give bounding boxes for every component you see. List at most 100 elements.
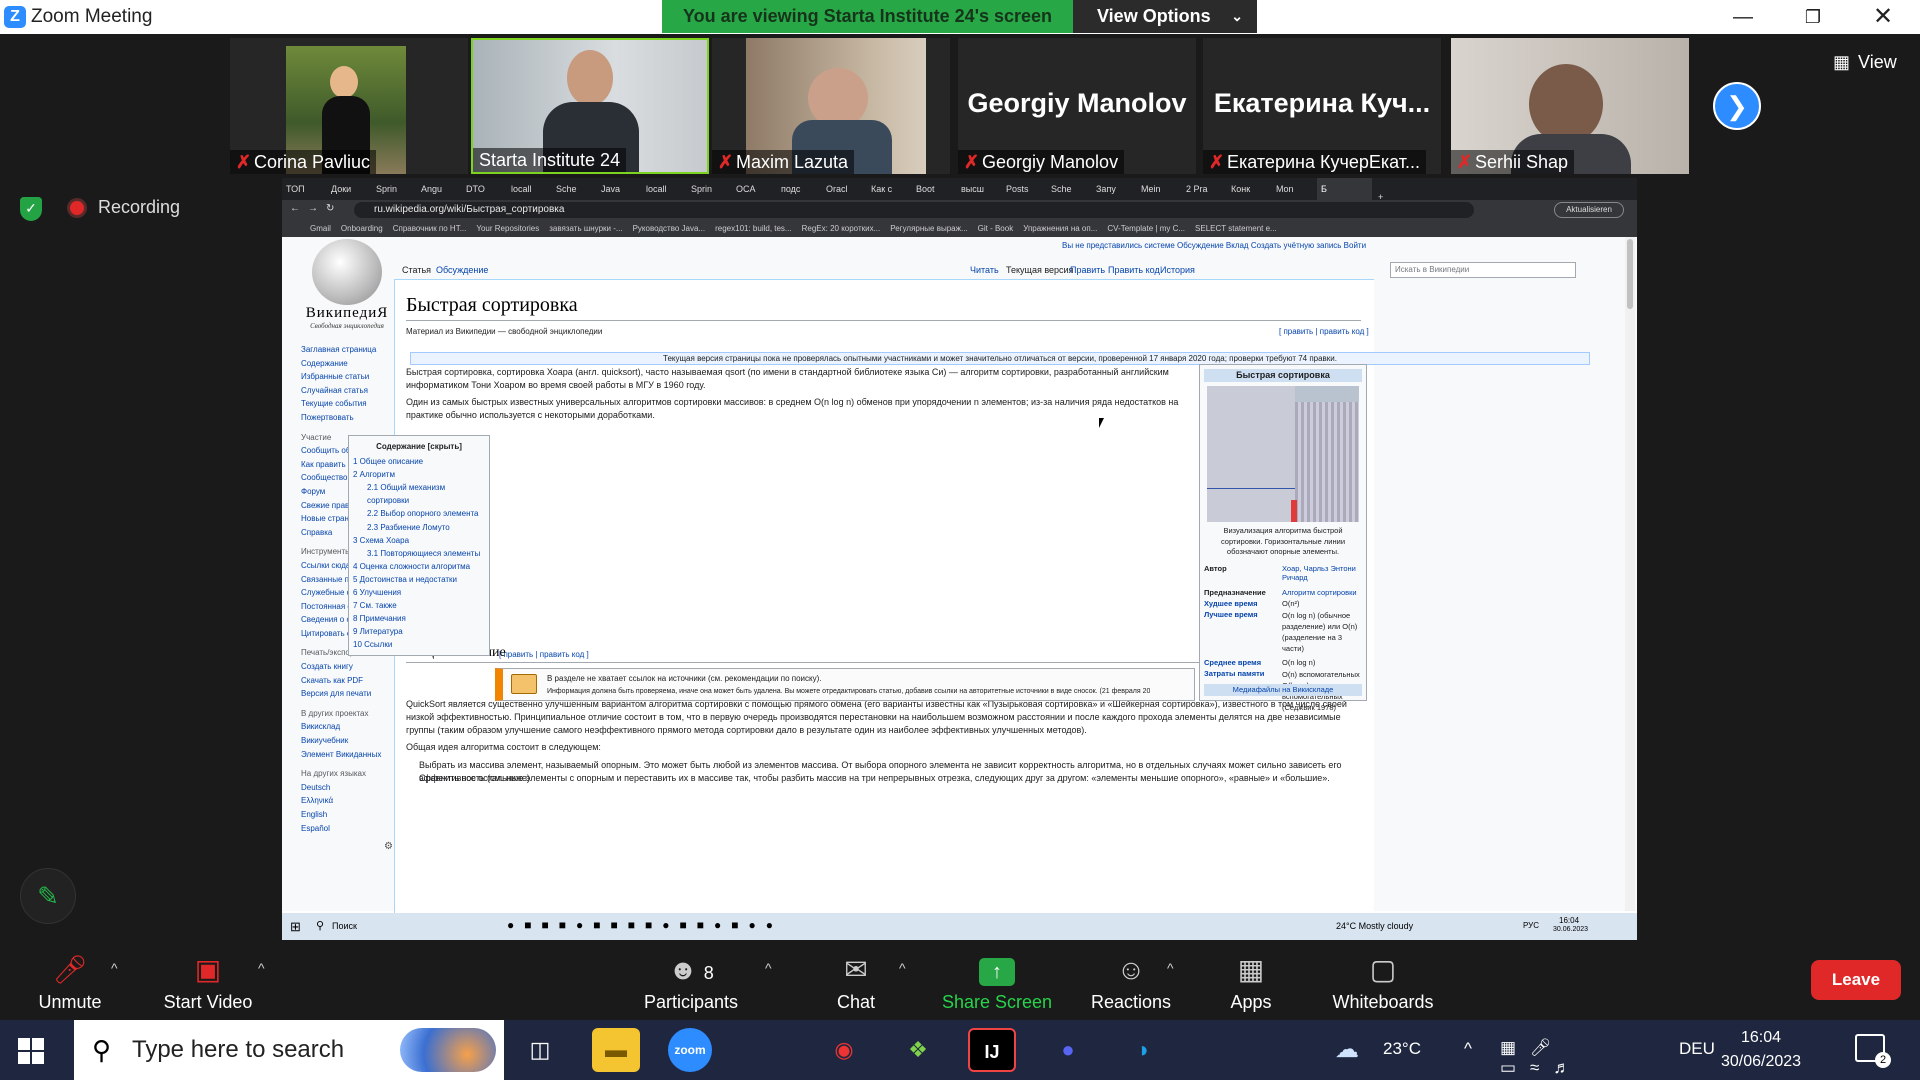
tray-icons[interactable]: ▦🎤︎▭≈♬: [1500, 1038, 1584, 1078]
participant-tile[interactable]: Georgiy Manolov ✗ Georgiy Manolov: [958, 38, 1196, 174]
bookmark-item[interactable]: Упражнения на оп...: [1023, 224, 1097, 233]
quicksort-animation-image[interactable]: [1207, 386, 1359, 522]
whiteboards-button[interactable]: ▢ Whiteboards: [1313, 940, 1453, 1020]
participant-tile[interactable]: ✗ Corina Pavliuc: [230, 38, 468, 174]
participant-tile-active-speaker[interactable]: Starta Institute 24: [471, 38, 709, 174]
notifications-icon[interactable]: 2: [1855, 1034, 1891, 1068]
participant-tile[interactable]: ✗ Serhii Shap: [1451, 38, 1689, 174]
minimize-button[interactable]: —: [1714, 0, 1772, 34]
personal-tools[interactable]: Вы не представились системе Обсуждение В…: [1062, 241, 1366, 250]
sidebar-item[interactable]: Español: [301, 822, 382, 836]
section-edit-links[interactable]: [ править | править код ]: [499, 650, 589, 659]
taskbar-app-icons[interactable]: ●■■■●■■■■●■■●■●●: [507, 918, 783, 932]
participants-caret-icon[interactable]: ^: [765, 960, 772, 976]
toc-item[interactable]: 1 Общее описание: [353, 455, 485, 468]
browser-tab[interactable]: Angu: [417, 178, 462, 200]
sidebar-item[interactable]: Викисклад: [301, 720, 382, 734]
sidebar-item[interactable]: Скачать как PDF: [301, 674, 382, 688]
chat-caret-icon[interactable]: ^: [899, 960, 906, 976]
reactions-caret-icon[interactable]: ^: [1167, 960, 1174, 976]
tab-read[interactable]: Читать: [970, 265, 999, 275]
video-options-caret-icon[interactable]: ^: [258, 960, 265, 976]
view-button[interactable]: ▦ View: [1833, 52, 1897, 73]
browser-tab[interactable]: Boot: [912, 178, 957, 200]
browser-tab[interactable]: Как с: [867, 178, 912, 200]
browser-tab[interactable]: Oracl: [822, 178, 867, 200]
back-icon[interactable]: ←: [290, 203, 300, 214]
bookmark-item[interactable]: RegEx: 20 коротких...: [802, 224, 881, 233]
sidebar-item[interactable]: English: [301, 808, 382, 822]
task-view-icon[interactable]: ◫: [516, 1028, 564, 1072]
browser-tab[interactable]: Доки: [327, 178, 372, 200]
sidebar-item[interactable]: Избранные статьи: [301, 370, 382, 384]
bookmark-item[interactable]: Руководство Java...: [633, 224, 706, 233]
toc-item[interactable]: 7 См. также: [353, 599, 485, 612]
participant-tile[interactable]: Екатерина Куч... ✗ Екатерина КучерЕкат...: [1203, 38, 1441, 174]
close-button[interactable]: ✕: [1854, 0, 1912, 34]
toc-item[interactable]: 2 Алгоритм: [353, 468, 485, 481]
tab-edit-source[interactable]: Править код: [1108, 265, 1160, 275]
browser-tab[interactable]: locall: [642, 178, 687, 200]
bookmark-item[interactable]: SELECT statement e...: [1195, 224, 1277, 233]
inner-clock-time[interactable]: 16:04: [1559, 916, 1579, 925]
tray-overflow-icon[interactable]: ^: [1464, 1039, 1472, 1059]
audio-options-caret-icon[interactable]: ^: [111, 960, 118, 976]
update-button[interactable]: Aktualisieren: [1554, 202, 1624, 218]
intellij-icon[interactable]: IJ: [968, 1028, 1016, 1072]
new-tab-icon[interactable]: +: [1372, 192, 1389, 200]
discord-icon[interactable]: ●: [1044, 1028, 1092, 1072]
reload-icon[interactable]: ↻: [326, 203, 334, 214]
toc-item[interactable]: 6 Улучшения: [353, 586, 485, 599]
browser-tab[interactable]: высш: [957, 178, 1002, 200]
toc-item[interactable]: 4 Оценка сложности алгоритма: [353, 560, 485, 573]
sidebar-item[interactable]: Текущие события: [301, 397, 382, 411]
browser-tab[interactable]: OCA: [732, 178, 777, 200]
start-video-button[interactable]: ▣ Start Video: [138, 940, 278, 1020]
temperature[interactable]: 23°C: [1383, 1039, 1421, 1059]
toc-item[interactable]: 2.2 Выбор опорного элемента: [353, 507, 485, 520]
sidebar-item[interactable]: Ελληνικά: [301, 794, 382, 808]
wikipedia-logo[interactable]: ВикипедиЯ Свободная энциклопедия: [302, 237, 392, 337]
windows-search-input[interactable]: Поиск: [332, 921, 357, 931]
toc-item[interactable]: 10 Ссылки: [353, 638, 485, 651]
recording-label[interactable]: Recording: [98, 197, 180, 218]
sidebar-item[interactable]: Случайная статья: [301, 384, 382, 398]
toc-item[interactable]: 8 Примечания: [353, 612, 485, 625]
bookmark-item[interactable]: CV-Template | my C...: [1107, 224, 1185, 233]
settings-gear-icon[interactable]: ⚙: [384, 841, 393, 852]
tab-history[interactable]: История: [1160, 265, 1195, 275]
taskbar-search-input[interactable]: ⚲ Type here to search: [74, 1020, 504, 1080]
browser-tab-active[interactable]: Б: [1317, 178, 1372, 200]
taskbar-clock[interactable]: 16:04 30/06/2023: [1716, 1026, 1806, 1074]
toc-item[interactable]: 5 Достоинства и недостатки: [353, 573, 485, 586]
wiki-search-input[interactable]: Искать в Википедии: [1390, 262, 1576, 278]
browser-tab[interactable]: Mon: [1272, 178, 1317, 200]
sidebar-item[interactable]: Викиучебник: [301, 734, 382, 748]
tab-current-version[interactable]: Текущая версия: [1006, 265, 1073, 275]
bookmark-item[interactable]: Gmail: [310, 224, 331, 233]
unmute-button[interactable]: 🎤︎ Unmute: [0, 940, 140, 1020]
tab-talk[interactable]: Обсуждение: [436, 265, 488, 275]
sidebar-item[interactable]: Deutsch: [301, 781, 382, 795]
inner-clock-date[interactable]: 30.06.2023: [1553, 926, 1588, 933]
sidebar-item[interactable]: Пожертвовать: [301, 411, 382, 425]
bookmark-item[interactable]: Onboarding: [341, 224, 383, 233]
app-icon[interactable]: ❖: [894, 1028, 942, 1072]
windows-start-icon[interactable]: [18, 1038, 44, 1064]
participant-tile[interactable]: ✗ Maxim Lazuta: [712, 38, 950, 174]
bookmark-item[interactable]: Git - Book: [978, 224, 1014, 233]
forward-icon[interactable]: →: [308, 203, 318, 214]
view-options-button[interactable]: View Options ⌄: [1073, 0, 1257, 33]
weather-widget[interactable]: 24°C Mostly cloudy: [1336, 921, 1413, 931]
share-screen-button[interactable]: ↑ Share Screen: [927, 940, 1067, 1020]
browser-tab[interactable]: 2 Pra: [1182, 178, 1227, 200]
browser-tab[interactable]: Запу: [1092, 178, 1137, 200]
browser-tab[interactable]: подс: [777, 178, 822, 200]
toc-item[interactable]: 2.3 Разбиение Ломуто: [353, 521, 485, 534]
apps-button[interactable]: ▦ Apps: [1181, 940, 1321, 1020]
browser-tab[interactable]: Posts: [1002, 178, 1047, 200]
browser-tab[interactable]: Sprin: [372, 178, 417, 200]
bookmark-item[interactable]: Справочник по НТ...: [393, 224, 467, 233]
participants-button[interactable]: ☻ 8 Participants: [621, 940, 761, 1020]
toc-item[interactable]: 2.1 Общий механизм сортировки: [353, 481, 485, 507]
